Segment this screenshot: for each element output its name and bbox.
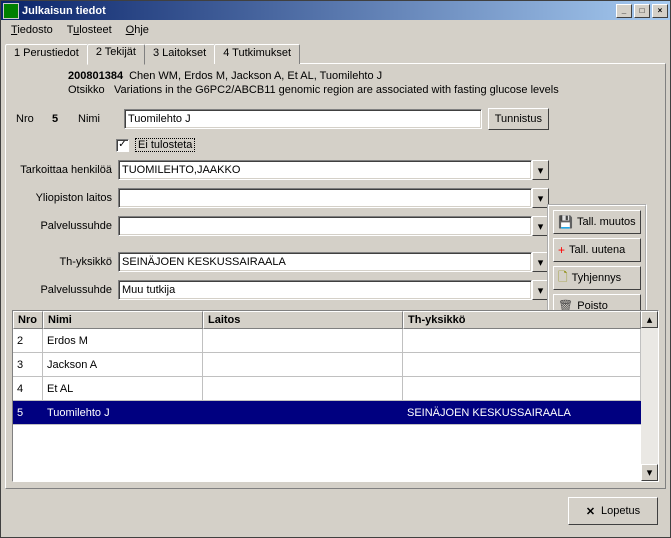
means-person-label: Tarkoittaa henkilöä: [16, 164, 112, 176]
nro-value: 5: [52, 113, 72, 125]
cell-nimi: Erdos M: [43, 329, 203, 352]
close-icon: ✕: [586, 505, 595, 518]
cell-tyk: [403, 329, 641, 352]
save-changes-button[interactable]: 💾Tall. muutos: [553, 210, 641, 234]
means-person-dropdown[interactable]: TUOMILEHTO,JAAKKO ▾: [118, 160, 549, 180]
plus-icon: +: [558, 243, 565, 257]
app-icon: [3, 3, 19, 19]
cell-nro: 3: [13, 353, 43, 376]
menu-file-label: iedosto: [17, 24, 52, 36]
table-row[interactable]: 5Tuomilehto J SEINÄJOEN KESKUSSAIRAALA: [13, 401, 641, 425]
publication-id: 200801384: [68, 70, 123, 82]
minimize-button[interactable]: _: [616, 4, 632, 18]
cell-laitos: [203, 377, 403, 400]
cell-nro: 5: [13, 401, 43, 424]
menu-file[interactable]: Tiedosto: [5, 22, 59, 38]
nro-label: Nro: [16, 113, 46, 125]
table-row[interactable]: 3Jackson A: [13, 353, 641, 377]
scroll-track[interactable]: [641, 328, 658, 464]
authors-table: Nro Nimi Laitos Th-yksikkö 2Erdos M3Jack…: [13, 311, 641, 481]
university-dept-label: Yliopiston laitos: [16, 192, 112, 204]
save-icon: 💾: [558, 215, 573, 229]
table-row[interactable]: 4Et AL: [13, 377, 641, 401]
col-tyk[interactable]: Th-yksikkö: [403, 311, 641, 329]
col-laitos[interactable]: Laitos: [203, 311, 403, 329]
cell-nro: 2: [13, 329, 43, 352]
maximize-button[interactable]: □: [634, 4, 650, 18]
scroll-down-button[interactable]: ▾: [641, 464, 658, 481]
col-nro[interactable]: Nro: [13, 311, 43, 329]
cell-nimi: Jackson A: [43, 353, 203, 376]
cell-tyk: [403, 377, 641, 400]
cell-laitos: [203, 329, 403, 352]
employment1-label: Palvelussuhde: [16, 220, 112, 232]
tab-studies[interactable]: 4 Tutkimukset: [214, 44, 300, 64]
th-unit-dropdown[interactable]: SEINÄJOEN KESKUSSAIRAALA ▾: [118, 252, 549, 272]
chevron-down-icon[interactable]: ▾: [532, 160, 549, 180]
scroll-up-button[interactable]: ▴: [641, 311, 658, 328]
employment2-dropdown[interactable]: Muu tutkija ▾: [118, 280, 549, 300]
no-print-checkbox[interactable]: [116, 139, 129, 152]
cell-nro: 4: [13, 377, 43, 400]
menu-help[interactable]: Ohje: [120, 22, 155, 38]
employment2-label: Palvelussuhde: [16, 284, 112, 296]
publication-title: Variations in the G6PC2/ABCB11 genomic r…: [114, 84, 559, 96]
close-window-button[interactable]: ×: [652, 4, 668, 18]
tab-departments[interactable]: 3 Laitokset: [144, 44, 215, 64]
cell-nimi: Tuomilehto J: [43, 401, 203, 424]
no-print-label: Ei tulosteta: [135, 138, 195, 152]
cell-tyk: [403, 353, 641, 376]
th-unit-label: Th-yksikkö: [16, 256, 112, 268]
employment1-dropdown[interactable]: ▾: [118, 216, 549, 236]
university-dept-dropdown[interactable]: ▾: [118, 188, 549, 208]
title-label: Otsikko: [68, 84, 108, 96]
cell-tyk: SEINÄJOEN KESKUSSAIRAALA: [403, 401, 641, 424]
document-icon: 🗋: [558, 268, 568, 289]
close-button[interactable]: ✕ Lopetus: [568, 497, 658, 525]
save-as-new-button[interactable]: +Tall. uutena: [553, 238, 641, 262]
cell-laitos: [203, 401, 403, 424]
clear-button[interactable]: 🗋Tyhjennys: [553, 266, 641, 290]
name-input[interactable]: Tuomilehto J: [124, 109, 482, 129]
col-nimi[interactable]: Nimi: [43, 311, 203, 329]
window-title: Julkaisun tiedot: [22, 5, 616, 17]
menu-outputs[interactable]: Tulosteet: [61, 22, 118, 38]
tab-basics[interactable]: 1 Perustiedot: [5, 44, 88, 64]
tab-authors[interactable]: 2 Tekijät: [87, 44, 145, 65]
authors-summary: Chen WM, Erdos M, Jackson A, Et AL, Tuom…: [129, 70, 382, 82]
identify-button[interactable]: Tunnistus: [488, 108, 549, 130]
table-row[interactable]: 2Erdos M: [13, 329, 641, 353]
nimi-label: Nimi: [78, 113, 118, 125]
cell-laitos: [203, 353, 403, 376]
cell-nimi: Et AL: [43, 377, 203, 400]
